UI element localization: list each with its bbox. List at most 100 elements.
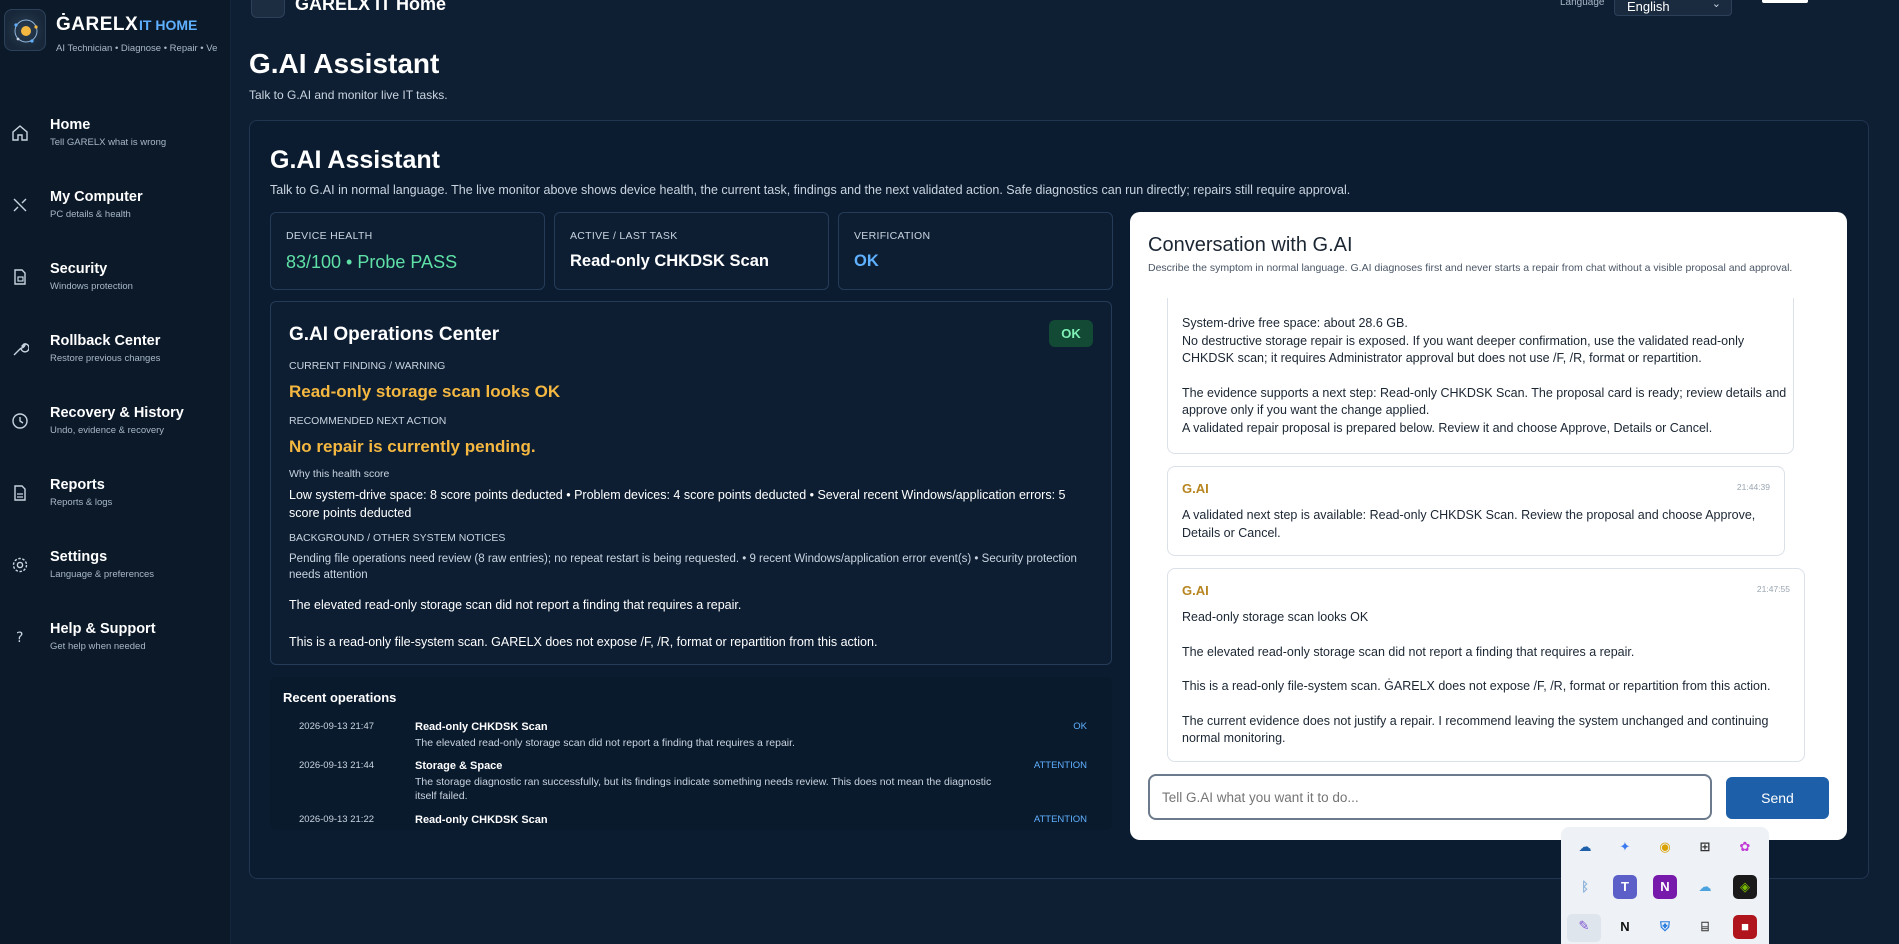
- conversation-title: Conversation with G.AI: [1148, 234, 1353, 256]
- chat-message: System-drive free space: about 28.6 GB. …: [1167, 298, 1794, 454]
- status-badge: OK: [1049, 320, 1093, 347]
- topbar-logo: [251, 0, 285, 18]
- brand-sub: IT HOME: [139, 17, 198, 33]
- stat-label: Active / Last Task: [570, 230, 678, 242]
- next-action: No repair is currently pending.: [289, 437, 536, 456]
- message-body: A validated next step is available: Read…: [1182, 507, 1778, 542]
- chat-message: G.AI 21:44:39 A validated next step is a…: [1167, 466, 1785, 556]
- stat-value: 83/100 • Probe PASS: [286, 252, 458, 272]
- stat-label: Device Health: [286, 230, 373, 242]
- sidebar-item-sub: Tell GARELX what is wrong: [50, 137, 167, 148]
- message-text: A validated next step is available: Read…: [1182, 508, 1756, 540]
- message-time: 21:47:55: [1756, 584, 1790, 594]
- send-button[interactable]: Send: [1726, 777, 1829, 819]
- message-author: G.AI: [1182, 583, 1209, 598]
- op-desc: The elevated read-only storage scan did …: [415, 737, 795, 749]
- sidebar-item-title: Reports: [50, 477, 105, 493]
- sidebar-item-sub: Reports & logs: [50, 497, 113, 508]
- usb-icon[interactable]: ⌸: [1693, 915, 1717, 939]
- topbar-button[interactable]: [1762, 0, 1808, 3]
- sidebar-item-rollback-center[interactable]: Rollback Center Restore previous changes: [0, 323, 231, 379]
- sidebar-item-security[interactable]: Security Windows protection: [0, 251, 231, 307]
- message-list[interactable]: System-drive free space: about 28.6 GB. …: [1130, 298, 1847, 773]
- copilot-app-icon[interactable]: ✿: [1733, 835, 1757, 859]
- language-label: Language: [1560, 0, 1605, 8]
- sidebar-item-reports[interactable]: Reports Reports & logs: [0, 467, 231, 523]
- language-select[interactable]: English ⌄: [1614, 0, 1732, 16]
- message-text: The elevated read-only storage scan did …: [1182, 644, 1635, 659]
- sidebar-item-title: Rollback Center: [50, 333, 161, 349]
- gear-icon: [12, 557, 28, 573]
- sidebar-item-sub: PC details & health: [50, 209, 131, 220]
- tools-icon: [13, 198, 27, 212]
- op-date: 2026-09-13 21:22: [299, 814, 375, 825]
- chrome-icon[interactable]: ◉: [1653, 835, 1677, 859]
- language-value: English: [1627, 0, 1670, 14]
- op-date: 2026-09-13 21:44: [299, 760, 375, 771]
- sidebar-item-home[interactable]: Home Tell GARELX what is wrong: [0, 107, 231, 163]
- sidebar-item-title: Settings: [50, 549, 108, 565]
- recent-title: Recent operations: [283, 690, 397, 705]
- verification-card: Verification OK: [838, 212, 1113, 290]
- tray-overflow: ☁ ✦ ◉ ⊞ ✿ ᛒ T N ☁ ◈ ✎ N ⛨ ⌸ ■: [1561, 827, 1769, 944]
- controller-icon[interactable]: ⊞: [1693, 835, 1717, 859]
- message-text: This is a read-only file-system scan. ĠA…: [1182, 679, 1771, 693]
- onedrive-icon[interactable]: ☁: [1573, 835, 1597, 859]
- chevron-down-icon: ⌄: [1711, 0, 1721, 10]
- brand[interactable]: ĠARELX IT HOME AI Technician • Diagnose …: [0, 0, 231, 62]
- question-icon: ?: [16, 630, 23, 646]
- sidebar-item-sub: Get help when needed: [50, 641, 146, 652]
- sidebar-item-recovery-history[interactable]: Recovery & History Undo, evidence & reco…: [0, 395, 231, 451]
- notion-icon[interactable]: N: [1613, 915, 1637, 939]
- app-icon[interactable]: ■: [1733, 915, 1757, 939]
- stat-label: Verification: [854, 230, 931, 242]
- op-title: Read-only CHKDSK Scan: [415, 721, 548, 733]
- message-text: System-drive free space: about 28.6 GB.: [1182, 316, 1408, 330]
- panel-subtitle: Talk to G.AI in normal language. The liv…: [270, 183, 1351, 197]
- message-text: The current evidence does not justify a …: [1182, 713, 1769, 746]
- sidebar-item-settings[interactable]: Settings Language & preferences: [0, 539, 231, 595]
- sidebar-item-my-computer[interactable]: My Computer PC details & health: [0, 179, 231, 235]
- sidebar-item-title: My Computer: [50, 189, 143, 205]
- chat-message: G.AI 21:47:55 Read-only storage scan loo…: [1167, 568, 1805, 762]
- op-status: ATTENTION: [1033, 760, 1087, 771]
- stat-value: Read-only CHKDSK Scan: [570, 252, 769, 270]
- teams-icon[interactable]: T: [1613, 875, 1637, 899]
- cloud-icon[interactable]: ☁: [1693, 875, 1717, 899]
- brand-logo: [4, 9, 46, 51]
- op-desc: The storage diagnostic ran successfully,…: [415, 776, 992, 802]
- onenote-icon[interactable]: N: [1653, 875, 1677, 899]
- op-status: ATTENTION: [1033, 814, 1087, 825]
- recent-operations: Recent operations 2026-09-13 21:47 Read-…: [270, 677, 1112, 830]
- sidebar-item-title: Recovery & History: [50, 405, 184, 421]
- copilot-icon[interactable]: ✦: [1613, 835, 1637, 859]
- brand-name: ĠARELX: [56, 14, 139, 35]
- bluetooth-icon[interactable]: ᛒ: [1573, 875, 1597, 899]
- why-label: Why this health score: [289, 468, 390, 480]
- message-time: 21:44:39: [1736, 482, 1770, 492]
- op-title: Storage & Space: [415, 760, 503, 772]
- message-text: No destructive storage repair is exposed…: [1182, 333, 1745, 366]
- next-action-label: Recommended next action: [289, 415, 447, 427]
- sidebar-item-title: Help & Support: [50, 621, 156, 637]
- topbar-title: ĠARELX IT Home: [295, 0, 447, 14]
- pen-icon[interactable]: ✎: [1567, 914, 1601, 942]
- op-date: 2026-09-13 21:47: [299, 721, 375, 732]
- device-health-card: Device Health 83/100 • Probe PASS: [270, 212, 545, 290]
- defender-icon[interactable]: ⛨: [1653, 915, 1677, 939]
- conversation-panel: Conversation with G.AI Describe the symp…: [1130, 212, 1847, 840]
- wrench-icon: [13, 342, 29, 356]
- current-finding: Read-only storage scan looks OK: [289, 382, 561, 401]
- ops-line-1: The elevated read-only storage scan did …: [289, 598, 742, 612]
- message-text: A validated repair proposal is prepared …: [1182, 420, 1713, 435]
- sidebar-item-help-support[interactable]: ? Help & Support Get help when needed: [0, 611, 231, 667]
- background-text: Pending file operations need review (8 r…: [289, 553, 1077, 581]
- stat-value: OK: [854, 252, 879, 270]
- sidebar-item-sub: Restore previous changes: [50, 353, 161, 364]
- chat-input[interactable]: [1148, 774, 1712, 820]
- sidebar-item-title: Home: [50, 117, 91, 133]
- file-icon: [14, 485, 26, 501]
- background-label: Background / other system notices: [289, 532, 506, 544]
- nvidia-icon[interactable]: ◈: [1733, 875, 1757, 899]
- brand-tagline: AI Technician • Diagnose • Repair • Veri: [56, 43, 218, 54]
